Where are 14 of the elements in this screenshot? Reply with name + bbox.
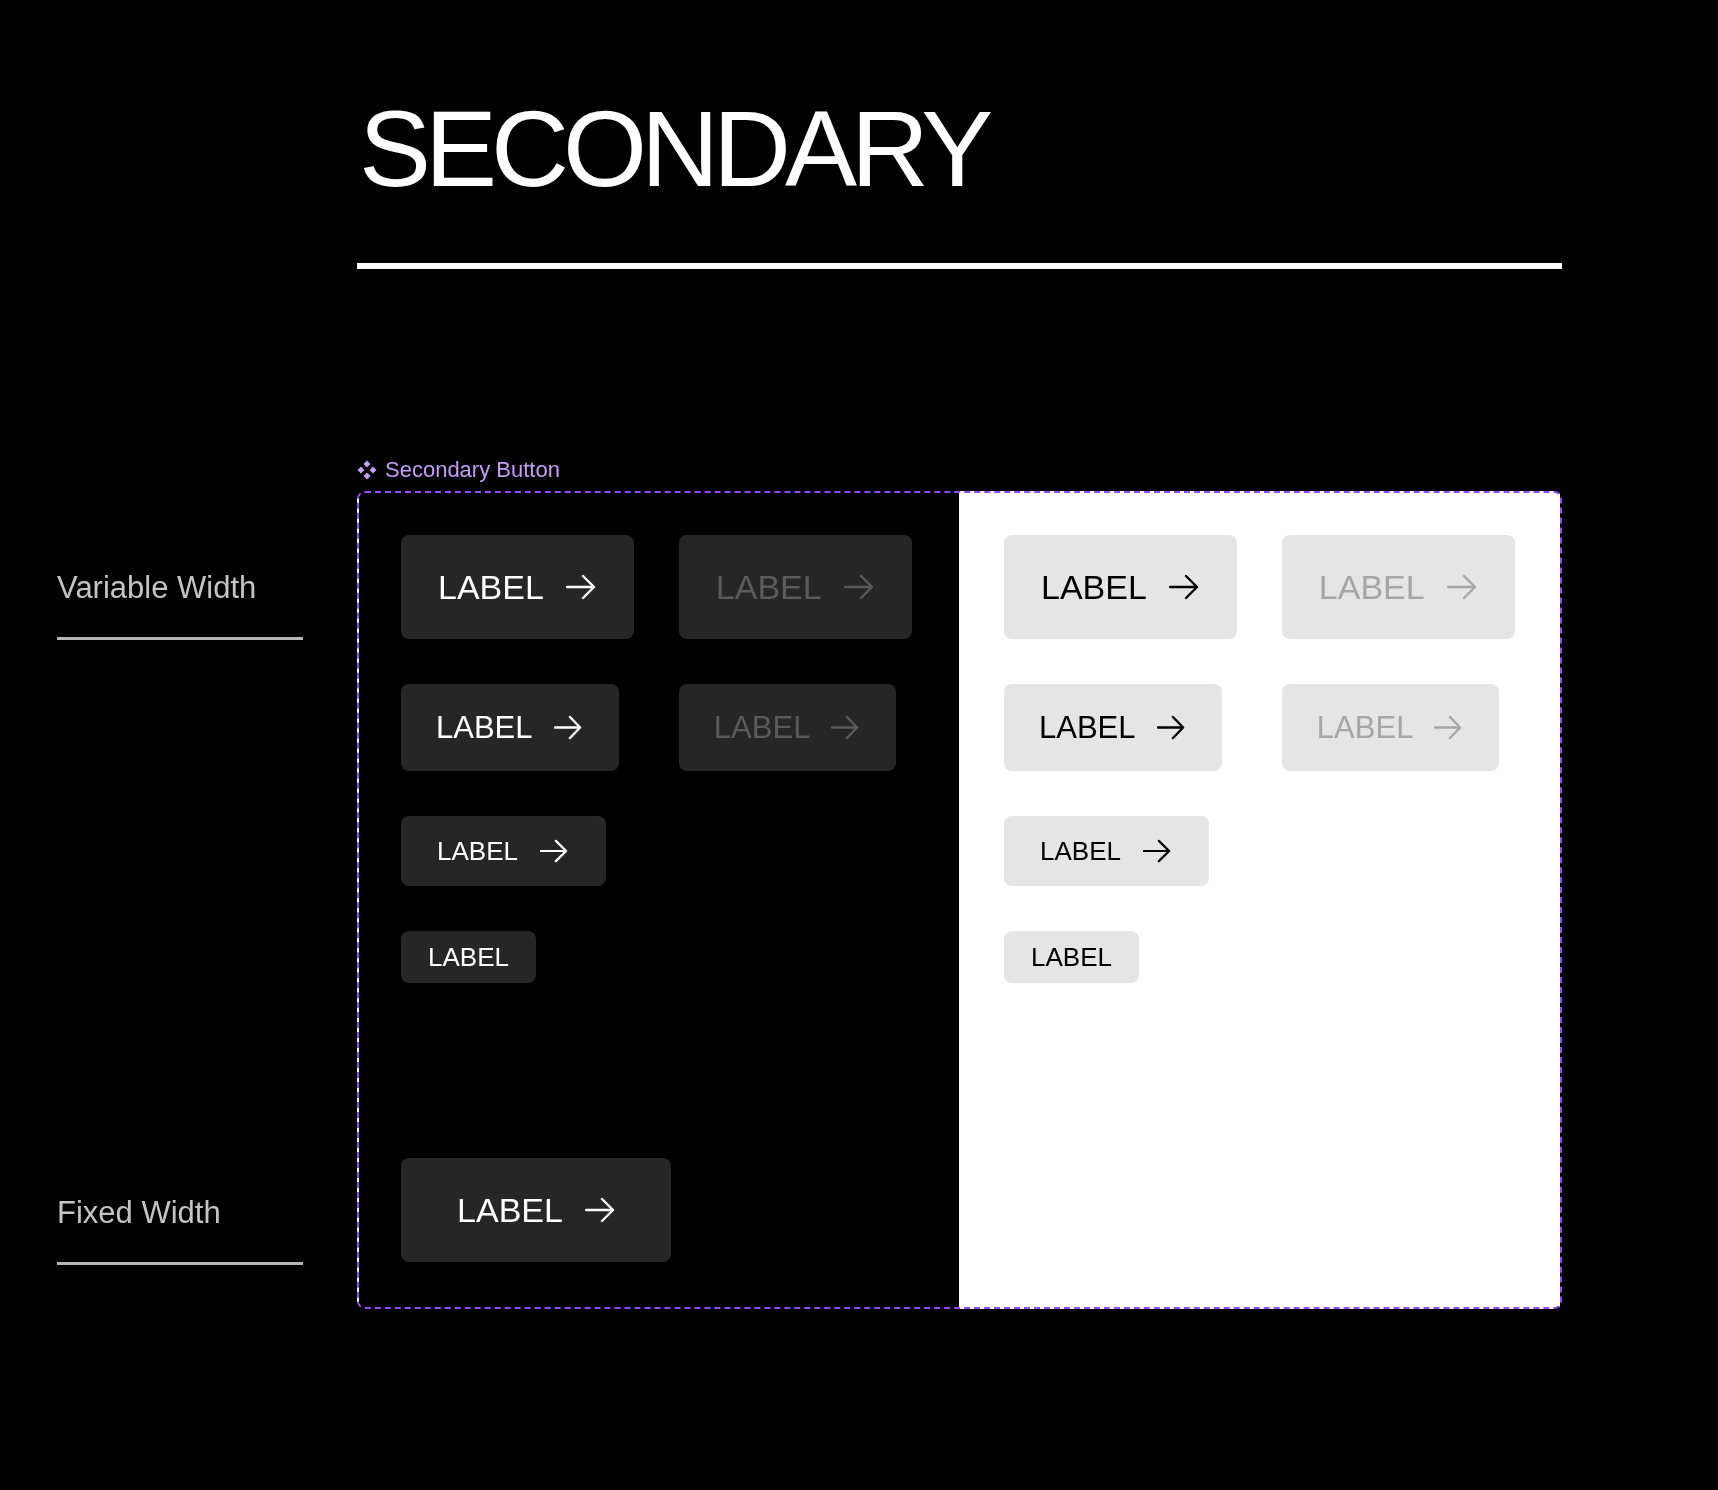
section-label: Fixed Width <box>57 1195 221 1231</box>
label-button[interactable]: LABEL <box>1004 931 1139 983</box>
label-button[interactable]: LABEL <box>401 1158 671 1262</box>
page-title: SECONDARY <box>358 95 988 203</box>
component-icon <box>357 460 377 480</box>
label-button[interactable]: LABEL <box>401 684 619 771</box>
component-name: Secondary Button <box>385 457 560 483</box>
label-button[interactable]: LABEL <box>1004 816 1209 886</box>
label-button[interactable]: LABEL <box>401 535 634 639</box>
label-button[interactable]: LABEL <box>1004 535 1237 639</box>
label-button[interactable]: LABEL <box>401 816 606 886</box>
label-button[interactable]: LABEL <box>1004 684 1222 771</box>
label-button[interactable]: LABEL <box>401 931 536 983</box>
section-label: Variable Width <box>57 570 257 606</box>
